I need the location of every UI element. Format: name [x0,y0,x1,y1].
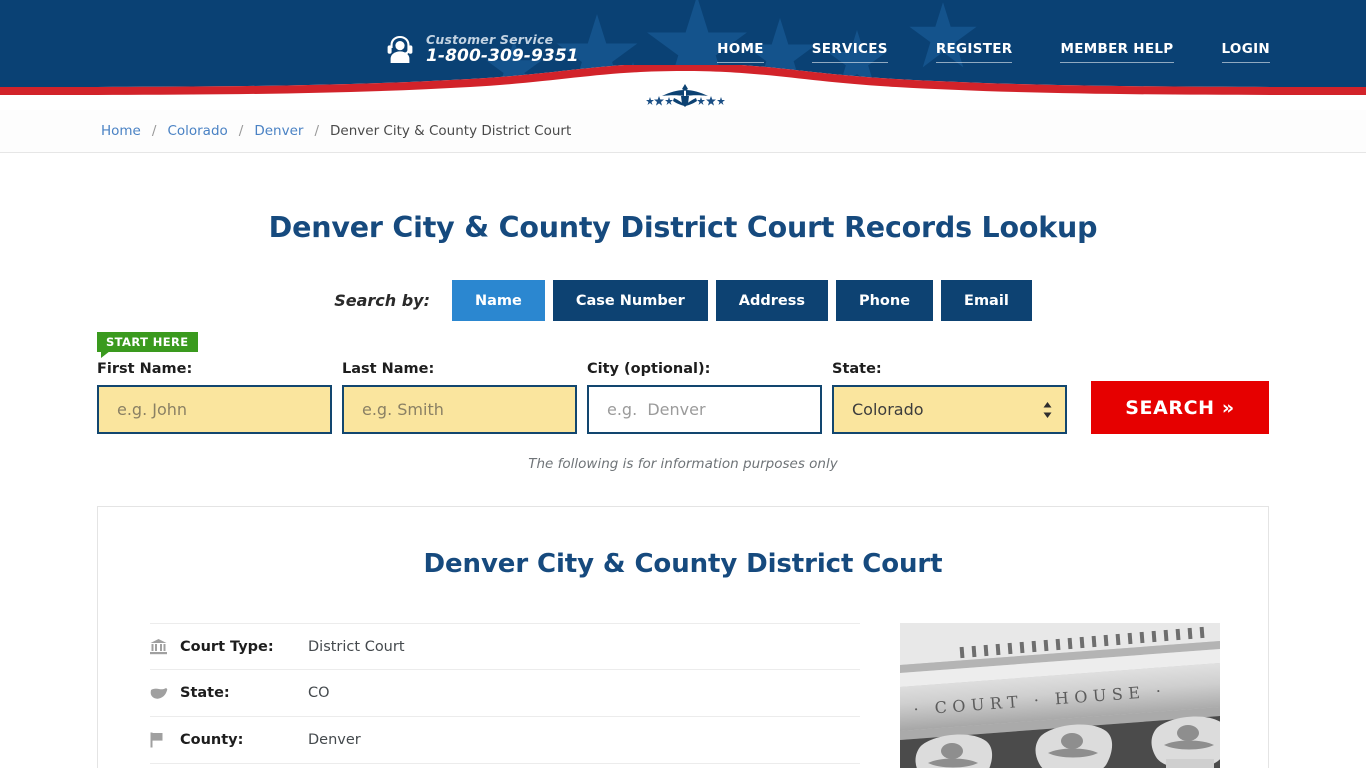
search-button[interactable]: SEARCH » [1091,381,1269,435]
breadcrumb-separator: / [238,123,244,139]
city-field-group: City (optional): [587,361,822,435]
city-label: City (optional): [587,361,711,378]
detail-key: Court Type: [180,638,274,655]
breadcrumb-separator: / [314,123,320,139]
nav-item-member-help[interactable]: MEMBER HELP [1060,41,1174,63]
first-name-input[interactable] [97,385,332,435]
tab-phone[interactable]: Phone [835,280,934,321]
last-name-label: Last Name: [342,361,435,378]
city-input[interactable] [587,385,822,435]
court-details-list: Court Type: District Court State: CO Cou… [150,623,860,768]
tab-case-number[interactable]: Case Number [552,280,708,321]
nav-item-register[interactable]: REGISTER [935,41,1013,63]
detail-row-county: County: Denver [150,717,860,765]
breadcrumb-item-current: Denver City & County District Court [330,123,572,139]
disclaimer-text: The following is for information purpose… [528,456,838,473]
breadcrumb-item-home[interactable]: Home [101,123,141,139]
nav-item-home[interactable]: HOME [717,41,764,63]
search-by-label: Search by: [334,291,430,310]
detail-value: CO [308,685,330,702]
tab-name[interactable]: Name [451,280,545,321]
nav-item-login[interactable]: LOGIN [1221,41,1270,63]
detail-value: District Court [308,638,405,655]
search-fields-row: First Name: Last Name: City (optional): … [97,361,1269,435]
breadcrumb: Home / Colorado / Denver / Denver City &… [0,110,1366,153]
first-name-field-group: First Name: [97,361,332,435]
tab-address[interactable]: Address [715,280,828,321]
page-title: Denver City & County District Court Reco… [268,211,1098,244]
courthouse-photo: · COURT · HOUSE · [900,623,1220,768]
state-label: State: [832,361,882,378]
headset-agent-icon [387,36,413,64]
detail-key: State: [180,685,230,702]
last-name-field-group: Last Name: [342,361,577,435]
breadcrumb-item-denver[interactable]: Denver [254,123,303,139]
detail-value: Denver [308,732,361,749]
customer-service-block: Customer Service 1-800-309-9351 [385,33,579,66]
detail-row-court-type: Court Type: District Court [150,623,860,671]
us-map-icon [150,687,180,700]
tab-email[interactable]: Email [941,280,1032,321]
customer-service-label: Customer Service [426,32,554,47]
search-form: START HERE First Name: Last Name: City (… [0,332,1366,472]
nav-item-services[interactable]: SERVICES [811,41,888,63]
court-info-card: Denver City & County District Court Cour… [97,506,1269,768]
breadcrumb-separator: / [151,123,157,139]
flag-icon [150,732,180,748]
last-name-input[interactable] [342,385,577,435]
detail-row-state: State: CO [150,670,860,718]
first-name-label: First Name: [97,361,193,378]
main-navigation: HOME SERVICES REGISTER MEMBER HELP LOGIN [693,41,1270,63]
start-here-badge: START HERE [97,332,198,359]
bank-courthouse-icon [150,638,180,655]
customer-service-phone: 1-800-309-9351 [426,46,579,67]
breadcrumb-item-colorado[interactable]: Colorado [167,123,227,139]
state-select[interactable] [832,385,1067,435]
court-name-heading: Denver City & County District Court [423,549,943,580]
search-by-tabs: Search by: Name Case Number Address Phon… [0,280,1366,321]
detail-key: County: [180,732,244,749]
site-header: Customer Service 1-800-309-9351 HOME SER… [0,0,1366,110]
state-field-group: State: [832,361,1067,435]
